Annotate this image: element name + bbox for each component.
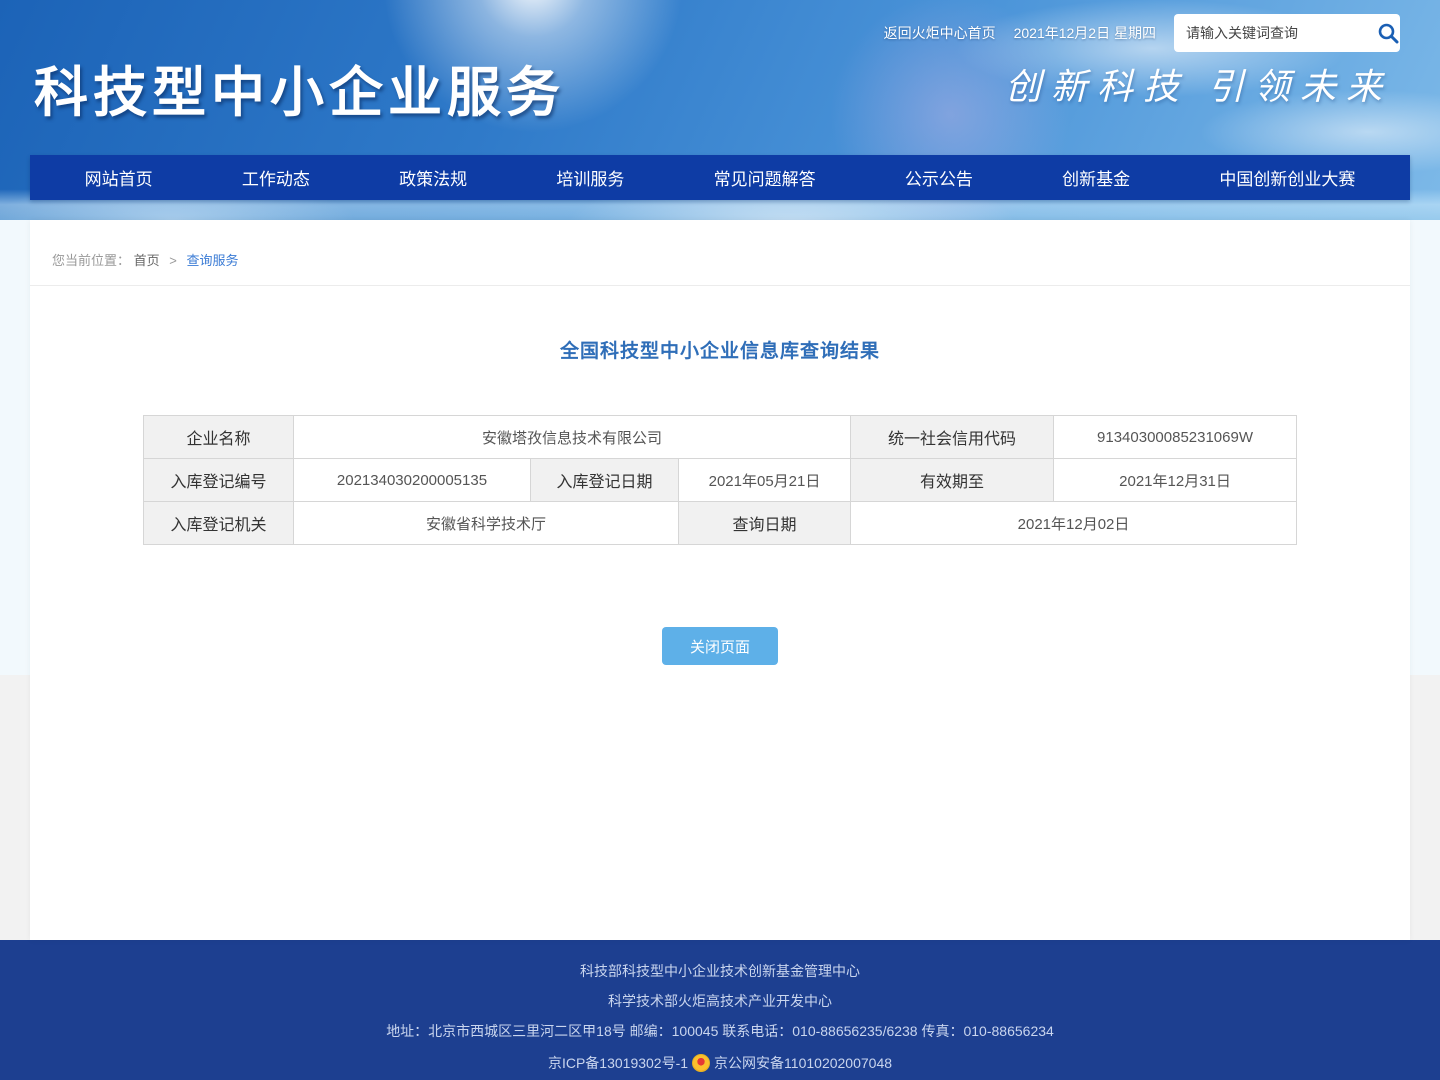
registration-number-value: 202134030200005135: [293, 459, 530, 502]
current-date: 2021年12月2日 星期四: [1014, 23, 1156, 43]
footer-record-line: 京ICP备13019302号-1 京公网安备11010202007048: [0, 1054, 1440, 1072]
nav-item-policies[interactable]: 政策法规: [399, 165, 467, 190]
nav-item-home[interactable]: 网站首页: [85, 165, 153, 190]
registration-date-value: 2021年05月21日: [678, 459, 850, 502]
site-footer: 科技部科技型中小企业技术创新基金管理中心 科学技术部火炬高技术产业开发中心 地址…: [0, 940, 1440, 1080]
breadcrumb: 您当前位置： 首页 > 查询服务: [30, 220, 1410, 286]
table-row: 入库登记机关 安徽省科学技术厅 查询日期 2021年12月02日: [143, 502, 1296, 545]
public-security-badge-icon: [692, 1054, 710, 1072]
table-row: 入库登记编号 202134030200005135 入库登记日期 2021年05…: [143, 459, 1296, 502]
search-box: [1174, 14, 1400, 52]
nav-item-faq[interactable]: 常见问题解答: [714, 165, 816, 190]
table-row: 企业名称 安徽塔孜信息技术有限公司 统一社会信用代码 9134030008523…: [143, 416, 1296, 459]
search-icon: [1376, 21, 1400, 45]
icp-record-number[interactable]: 京ICP备13019302号-1: [548, 1056, 688, 1070]
search-button[interactable]: [1375, 14, 1400, 52]
registration-authority-value: 安徽省科学技术厅: [293, 502, 678, 545]
security-record-number[interactable]: 京公网安备11010202007048: [714, 1056, 892, 1070]
registration-number-label: 入库登记编号: [143, 459, 293, 502]
registration-date-label: 入库登记日期: [530, 459, 678, 502]
query-date-label: 查询日期: [678, 502, 850, 545]
credit-code-label: 统一社会信用代码: [851, 416, 1054, 459]
query-result-table: 企业名称 安徽塔孜信息技术有限公司 统一社会信用代码 9134030008523…: [143, 415, 1297, 545]
valid-until-label: 有效期至: [851, 459, 1054, 502]
nav-item-announcements[interactable]: 公示公告: [905, 165, 973, 190]
nav-item-innovation-fund[interactable]: 创新基金: [1062, 165, 1130, 190]
main-nav: 网站首页 工作动态 政策法规 培训服务 常见问题解答 公示公告 创新基金 中国创…: [30, 155, 1410, 200]
footer-org-line-2: 科学技术部火炬高技术产业开发中心: [0, 994, 1440, 1008]
content-background: 您当前位置： 首页 > 查询服务 全国科技型中小企业信息库查询结果 企业名称 安…: [0, 220, 1440, 940]
site-slogan: 创新科技 引领未来: [1005, 58, 1392, 110]
breadcrumb-prefix: 您当前位置：: [52, 253, 130, 268]
breadcrumb-home-link[interactable]: 首页: [134, 253, 160, 268]
query-date-value: 2021年12月02日: [851, 502, 1297, 545]
return-torch-home-link[interactable]: 返回火炬中心首页: [884, 23, 996, 43]
breadcrumb-separator: >: [169, 253, 177, 268]
footer-org-line-1: 科技部科技型中小企业技术创新基金管理中心: [0, 964, 1440, 978]
nav-item-work-news[interactable]: 工作动态: [242, 165, 310, 190]
site-title: 科技型中小企业服务: [34, 48, 565, 127]
site-header: 返回火炬中心首页 2021年12月2日 星期四 科技型中小企业服务 创新科技 引…: [0, 0, 1440, 220]
close-page-button[interactable]: 关闭页面: [662, 627, 778, 665]
credit-code-value: 91340300085231069W: [1054, 416, 1297, 459]
content-panel: 您当前位置： 首页 > 查询服务 全国科技型中小企业信息库查询结果 企业名称 安…: [30, 220, 1410, 940]
nav-item-training[interactable]: 培训服务: [556, 165, 624, 190]
breadcrumb-current-link[interactable]: 查询服务: [187, 253, 239, 268]
page-title: 全国科技型中小企业信息库查询结果: [30, 336, 1410, 363]
valid-until-value: 2021年12月31日: [1054, 459, 1297, 502]
company-name-label: 企业名称: [143, 416, 293, 459]
company-name-value: 安徽塔孜信息技术有限公司: [293, 416, 850, 459]
search-input[interactable]: [1174, 25, 1375, 41]
registration-authority-label: 入库登记机关: [143, 502, 293, 545]
nav-item-innovation-competition[interactable]: 中国创新创业大赛: [1219, 165, 1355, 190]
footer-contact-line: 地址：北京市西城区三里河二区甲18号 邮编：100045 联系电话：010-88…: [0, 1024, 1440, 1038]
